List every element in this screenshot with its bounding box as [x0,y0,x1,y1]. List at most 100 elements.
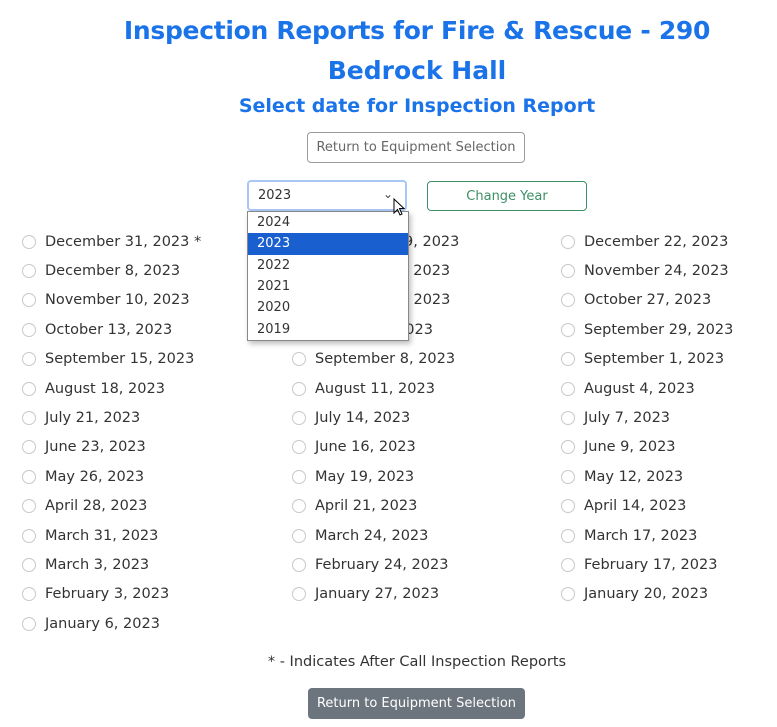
radio-button[interactable] [22,587,36,602]
year-option[interactable]: 2022 [248,255,408,276]
date-radio-option[interactable]: April 14, 2023 [561,492,733,521]
date-label: May 19, 2023 [315,468,415,485]
radio-button[interactable] [561,440,575,455]
date-radio-option[interactable]: November 10, 2023 [22,286,201,315]
radio-button[interactable] [22,411,36,426]
date-radio-option[interactable]: March 3, 2023 [22,550,201,579]
radio-button[interactable] [561,322,575,337]
date-radio-option[interactable]: October 27, 2023 [561,286,733,315]
radio-button[interactable] [22,234,36,249]
date-radio-option[interactable]: February 24, 2023 [292,550,459,579]
radio-button[interactable] [22,352,36,367]
year-option[interactable]: 2021 [248,276,408,297]
date-label: August 4, 2023 [584,380,695,397]
date-radio-option[interactable]: July 7, 2023 [561,403,733,432]
date-label: February 3, 2023 [45,586,170,603]
date-radio-option[interactable]: February 3, 2023 [22,580,201,609]
radio-button[interactable] [292,381,306,396]
date-label: April 14, 2023 [584,498,687,515]
return-to-equipment-button-top[interactable]: Return to Equipment Selection [307,132,525,163]
radio-button[interactable] [561,293,575,308]
change-year-button[interactable]: Change Year [427,181,587,211]
date-radio-option[interactable]: August 18, 2023 [22,374,201,403]
radio-button[interactable] [22,440,36,455]
date-label: November 10, 2023 [45,292,190,309]
radio-button[interactable] [22,264,36,279]
date-radio-option[interactable]: April 21, 2023 [292,492,459,521]
radio-button[interactable] [561,557,575,572]
date-radio-option[interactable]: January 6, 2023 [22,609,201,638]
date-radio-option[interactable]: August 4, 2023 [561,374,733,403]
date-radio-option[interactable]: August 11, 2023 [292,374,459,403]
radio-button[interactable] [292,499,306,514]
radio-button[interactable] [292,587,306,602]
radio-button[interactable] [561,352,575,367]
date-label: February 17, 2023 [584,556,718,573]
radio-button[interactable] [22,322,36,337]
radio-button[interactable] [561,411,575,426]
date-radio-option[interactable]: March 24, 2023 [292,521,459,550]
year-option[interactable]: 2024 [248,212,408,233]
date-radio-option[interactable]: May 12, 2023 [561,462,733,491]
date-column-3: December 22, 2023 November 24, 2023 Octobe… [561,227,733,609]
radio-button[interactable] [22,293,36,308]
page-title: Inspection Reports for Fire & Rescue - 2… [123,16,711,45]
radio-button[interactable] [561,499,575,514]
date-label: June 23, 2023 [45,439,146,456]
date-radio-option[interactable]: July 21, 2023 [22,403,201,432]
date-label: December 22, 2023 [584,233,729,250]
date-radio-option[interactable]: June 9, 2023 [561,433,733,462]
radio-button[interactable] [22,499,36,514]
date-radio-option[interactable]: April 28, 2023 [22,492,201,521]
date-radio-option[interactable]: July 14, 2023 [292,403,459,432]
radio-button[interactable] [292,352,306,367]
radio-button[interactable] [292,411,306,426]
date-radio-option[interactable]: December 31, 2023 * [22,227,201,256]
date-radio-option[interactable]: September 29, 2023 [561,315,733,344]
radio-button[interactable] [22,381,36,396]
date-radio-option[interactable]: May 19, 2023 [292,462,459,491]
radio-button[interactable] [561,264,575,279]
date-radio-option[interactable]: March 17, 2023 [561,521,733,550]
radio-button[interactable] [22,469,36,484]
date-label: April 21, 2023 [315,498,418,515]
date-radio-option[interactable]: October 13, 2023 [22,315,201,344]
date-radio-option[interactable]: January 20, 2023 [561,580,733,609]
date-label: August 18, 2023 [45,380,165,397]
radio-button[interactable] [561,234,575,249]
radio-button[interactable] [292,557,306,572]
date-radio-option[interactable]: March 31, 2023 [22,521,201,550]
radio-button[interactable] [292,469,306,484]
radio-button[interactable] [561,587,575,602]
radio-button[interactable] [22,528,36,543]
date-radio-option[interactable]: September 15, 2023 [22,345,201,374]
radio-button[interactable] [292,528,306,543]
year-select[interactable]: 2023 ⌄ [247,180,407,211]
date-radio-option[interactable]: May 26, 2023 [22,462,201,491]
year-option[interactable]: 2020 [248,297,408,318]
date-radio-option[interactable]: January 27, 2023 [292,580,459,609]
date-radio-option[interactable]: September 1, 2023 [561,345,733,374]
date-label: September 1, 2023 [584,351,725,368]
date-label: December 31, 2023 * [45,233,202,250]
year-option[interactable]: 2023 [248,233,408,255]
return-to-equipment-button-bottom[interactable]: Return to Equipment Selection [308,688,525,719]
date-column-1: December 31, 2023 * December 8, 2023 Novem… [22,227,201,638]
radio-button[interactable] [292,440,306,455]
date-label: November 24, 2023 [584,263,729,280]
date-radio-option[interactable]: June 23, 2023 [22,433,201,462]
radio-button[interactable] [561,469,575,484]
date-radio-option[interactable]: September 8, 2023 [292,345,459,374]
date-radio-option[interactable]: February 17, 2023 [561,550,733,579]
date-radio-option[interactable]: December 22, 2023 [561,227,733,256]
radio-button[interactable] [22,616,36,631]
date-radio-option[interactable]: June 16, 2023 [292,433,459,462]
radio-button[interactable] [22,557,36,572]
year-option[interactable]: 2019 [248,318,408,339]
date-radio-option[interactable]: December 8, 2023 [22,256,201,285]
radio-button[interactable] [561,528,575,543]
date-label: September 8, 2023 [315,351,456,368]
date-radio-option[interactable]: November 24, 2023 [561,256,733,285]
location-title: Bedrock Hall [327,56,507,85]
radio-button[interactable] [561,381,575,396]
